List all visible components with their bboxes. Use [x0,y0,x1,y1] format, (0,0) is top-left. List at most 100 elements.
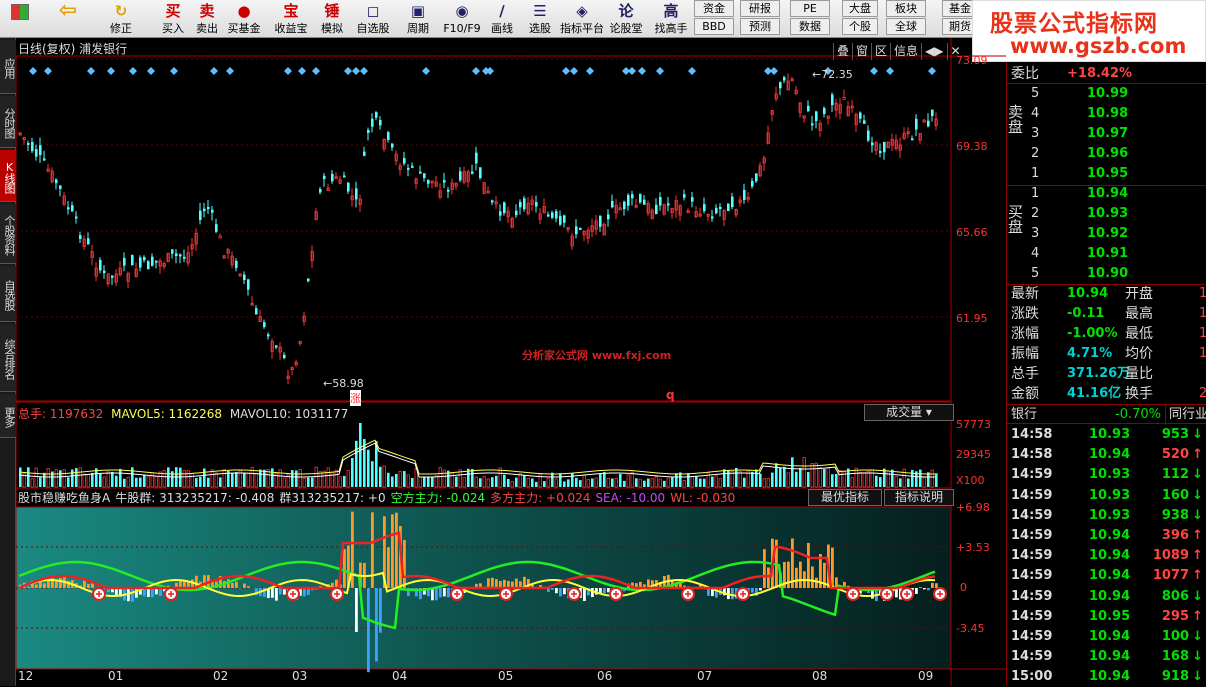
back-button[interactable]: ⇦ [52,0,84,38]
volume-bar [571,473,574,487]
volume-bar [611,479,614,487]
indicator-bar-positive [91,583,94,588]
tick-price: 10.93 [1089,425,1130,445]
volume-dropdown[interactable]: 成交量 ▾ [864,404,954,421]
candle-down [347,183,350,192]
signal-diamond [344,67,352,75]
candle-down [515,211,518,215]
volume-bar [199,477,202,487]
indicator-help-button[interactable]: 指标说明 [884,489,954,506]
indicator-platform-button[interactable]: ◈指标平台 [560,0,604,38]
stat-row: 总手371.26万量比 [1007,364,1206,384]
signal-diamond [472,67,480,75]
volume-bar [351,458,354,487]
indicator-bar-positive [387,547,390,588]
candle-down [575,226,578,234]
toolbar-small-5[interactable]: 数据 [790,18,830,35]
chart-btn-0[interactable]: 叠 [833,43,852,60]
watchlist-button[interactable]: ◻自选股 [352,0,394,38]
sell-price: 10.97 [1087,124,1128,144]
volume-bar [671,477,674,487]
indicator-bar-negative [563,588,566,594]
volume-bar [19,467,22,487]
draw-button[interactable]: ∕画线 [484,0,520,38]
toolbar-small-7[interactable]: 板块 [886,0,926,17]
volume-bar [151,473,153,487]
volume-bar [903,469,905,487]
tick-row: 14:5910.95295↑ [1007,607,1206,627]
select-stock-button[interactable]: ☰选股 [522,0,558,38]
stat-key2: 最低 [1125,324,1153,344]
x-tick: 03 [292,669,307,683]
chart-btn-1[interactable]: 窗 [852,43,871,60]
buy-fund-button[interactable]: ●买基金 [224,0,264,38]
candle-down [147,261,150,269]
volume-bar [111,472,114,487]
x-tick: 07 [697,669,712,683]
grid-button[interactable] [2,0,38,38]
tab-more[interactable]: 更多 [0,394,16,438]
candle-down [779,82,782,88]
toolbar-small-0[interactable]: 资金 [694,0,734,17]
chart-btn-2[interactable]: 区 [871,43,890,60]
volume-bar [591,478,594,487]
tab-watchlist[interactable]: 自选股 [0,266,16,322]
tab-intraday[interactable]: 分时图 [0,96,16,148]
candle-down [255,308,258,314]
x-tick: 05 [498,669,513,683]
best-indicator-button[interactable]: 最优指标 [808,489,882,506]
volume-legend: 总手: 1197632 MAVOL5: 1162268 MAVOL10: 103… [18,405,348,422]
toolbar-small-9[interactable]: 全球 [886,18,926,35]
candle-down [579,228,582,230]
up-arrow-icon: ↑ [1192,607,1203,627]
toolbar-small-1[interactable]: 研报 [740,0,780,17]
same-industry-button[interactable]: 同行业 [1165,405,1206,425]
volume-bar [87,475,89,487]
volume-bar [755,469,758,487]
signal-diamond [87,67,95,75]
volume-bar [619,474,622,487]
candle-down [111,276,114,278]
indicator-bar-negative [927,588,930,590]
volume-bar [739,472,741,487]
expert-button[interactable]: 高找高手 [648,0,694,38]
signal-diamond [284,67,292,75]
volume-bar [615,478,617,487]
toolbar-small-6[interactable]: 大盘 [842,0,878,17]
volume-mavol5: MAVOL5: 1162268 [111,407,222,421]
chart-btn-3[interactable]: 信息 [890,43,921,60]
volume-bar [219,477,222,487]
tab-kline[interactable]: K线图 [0,150,16,202]
expand-arrow-icon[interactable]: ◀▶ [921,43,946,60]
indicator-value-2: 空方主力: -0.024 [391,491,486,505]
site-watermark-title: 股票公式指标网 [990,4,1158,38]
volume-bar [651,479,653,487]
candle-down [103,271,106,273]
sell-button[interactable]: 卖卖出 [190,0,224,38]
simulate-button[interactable]: 锤模拟 [316,0,348,38]
fix-button[interactable]: ↻修正 [94,0,148,38]
candle-down [367,130,370,133]
tab-apps[interactable]: 应用 [0,40,16,94]
tick-volume: 1077 [1153,566,1189,586]
candle-up [219,236,221,238]
candle-down [859,113,862,119]
indicator-bar-positive [335,580,338,588]
toolbar-small-2[interactable]: BBD [694,18,734,35]
up-arrow-icon: ↑ [1192,445,1203,465]
q-marker: q [666,388,675,402]
income-button[interactable]: 宝收益宝 [268,0,314,38]
tab-ranking[interactable]: 综合排名 [0,324,16,392]
indicator-bar-positive [495,579,498,588]
candle-down [535,202,538,207]
toolbar-small-3[interactable]: 预测 [740,18,780,35]
volume-bar [335,470,337,487]
indicator-value-5: WL: -0.030 [670,491,735,505]
forum-button[interactable]: 论论股堂 [606,0,646,38]
f10-button[interactable]: ◉F10/F9 [440,0,484,38]
tab-stock-info[interactable]: 个股资料 [0,204,16,264]
buy-button[interactable]: 买买入 [156,0,190,38]
toolbar-small-8[interactable]: 个股 [842,18,878,35]
period-button[interactable]: ▣周期 [396,0,440,38]
toolbar-small-4[interactable]: PE [790,0,830,17]
